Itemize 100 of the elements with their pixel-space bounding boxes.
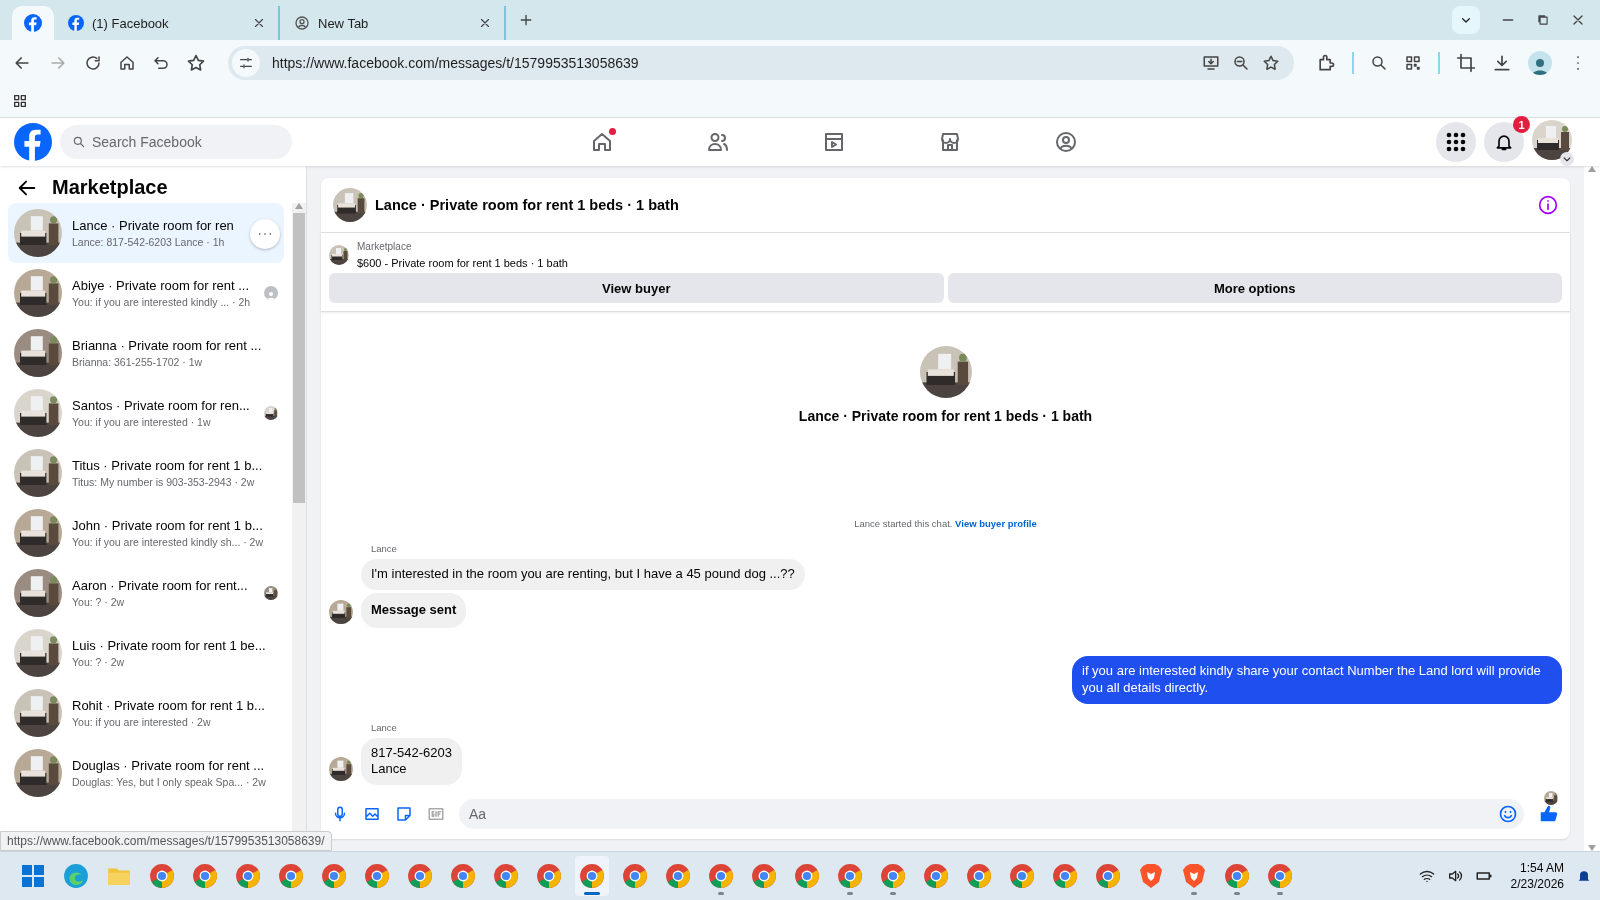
chrome-browser-icon[interactable] <box>622 863 648 889</box>
chrome-browser-icon[interactable] <box>1224 863 1250 889</box>
crop-icon[interactable] <box>1456 52 1476 73</box>
notification-bell-icon[interactable] <box>1576 868 1592 884</box>
close-icon[interactable] <box>252 16 266 30</box>
conversation-title: Lance · Private room for ren <box>72 218 235 233</box>
conversation-title: Brianna · Private room for rent ... <box>72 338 263 353</box>
bell-icon[interactable] <box>1494 132 1514 152</box>
conversation-item[interactable]: Douglas · Private room for rent ... Douglas: Yes, but I only speak Spa... · 2w <box>8 743 284 803</box>
chrome-browser-icon[interactable] <box>708 863 734 889</box>
lion-shield-icon[interactable] <box>1182 863 1206 889</box>
chrome-browser-icon[interactable] <box>235 863 261 889</box>
action-button[interactable]: More options <box>947 273 1562 303</box>
conversation-title: Abiye · Private room for rent ... <box>72 278 250 293</box>
close-icon[interactable] <box>478 16 492 30</box>
chrome-browser-icon[interactable] <box>837 863 863 889</box>
emoji-icon[interactable] <box>1498 804 1518 824</box>
chrome-browser-icon[interactable] <box>1095 863 1121 889</box>
chrome-browser-icon[interactable] <box>1267 863 1293 889</box>
menu-button[interactable] <box>1436 122 1476 162</box>
apps-grid-icon[interactable] <box>12 93 28 109</box>
bookmark-star-icon[interactable] <box>1262 53 1280 72</box>
chrome-browser-icon[interactable] <box>321 863 347 889</box>
new-tab-icon[interactable] <box>518 12 534 28</box>
chrome-browser-icon[interactable] <box>579 863 605 889</box>
address-bar[interactable]: https://www.facebook.com/messages/t/1579953513058639 <box>228 45 1294 80</box>
chrome-browser-icon[interactable] <box>923 863 949 889</box>
install-icon[interactable] <box>1202 53 1220 72</box>
pinned-tab[interactable] <box>12 6 54 40</box>
chrome-browser-icon[interactable] <box>278 863 304 889</box>
listing-label: Marketplace <box>357 241 413 252</box>
chrome-browser-icon[interactable] <box>407 863 433 889</box>
chrome-browser-icon[interactable] <box>1009 863 1035 889</box>
conversation-item[interactable]: Brianna · Private room for rent ... Brianna: 361-255-1702 · 1w <box>8 323 284 383</box>
conversation-item[interactable]: John · Private room for rent 1 b... You: if you are interested kindly sh... · 2w <box>8 503 284 563</box>
profile-icon[interactable] <box>1528 50 1552 75</box>
conversation-item[interactable]: Rohit · Private room for rent 1 b... You: if you are interested · 2w <box>8 683 284 743</box>
search-icon[interactable] <box>1370 53 1388 72</box>
message-preview: You: if you are interested kindly sh... · 2w <box>72 536 265 548</box>
chrome-browser-icon[interactable] <box>1052 863 1078 889</box>
conversation-item[interactable]: Luis · Private room for rent 1 be... You: ? · 2w <box>8 623 284 683</box>
conversation-item[interactable]: Abiye · Private room for rent ... You: if you are interested kindly ... · 2h <box>8 263 284 323</box>
conversation-title: Douglas · Private room for rent ... <box>72 758 266 773</box>
sender-name: Lance <box>371 543 397 554</box>
search-icon[interactable] <box>72 135 86 149</box>
clock-time: 1:54 AM <box>1519 861 1564 875</box>
facebook-logo-icon[interactable] <box>68 15 84 31</box>
windows-logo-icon[interactable] <box>21 864 45 888</box>
grid-icon <box>1446 132 1466 152</box>
message-preview: Brianna: 361-255-1702 · 1w <box>72 356 204 368</box>
home-icon[interactable] <box>118 53 136 72</box>
search-field[interactable]: Search Facebook <box>60 125 292 159</box>
friends-icon[interactable] <box>706 130 730 154</box>
reload-icon[interactable] <box>84 53 102 72</box>
chrome-browser-icon[interactable] <box>450 863 476 889</box>
message-bubble: Message sent <box>361 592 467 628</box>
chrome-browser-icon[interactable] <box>794 863 820 889</box>
wifi-icon[interactable] <box>1418 868 1435 884</box>
volume-icon[interactable] <box>1446 868 1463 884</box>
intro-title: Lance · Private room for rent 1 beds · 1 bath <box>798 408 1093 424</box>
bookmark-star-icon[interactable] <box>186 52 206 73</box>
chrome-browser-icon[interactable] <box>364 863 390 889</box>
chrome-browser-icon[interactable] <box>966 863 992 889</box>
facebook-logo-icon[interactable] <box>14 123 52 161</box>
conversation-item[interactable]: Titus · Private room for rent 1 b... Titus: My number is 903-353-2943 · 2w <box>8 443 284 503</box>
store-icon[interactable] <box>938 130 962 154</box>
sidebar-title: Marketplace <box>52 176 168 199</box>
message-preview: Lance: 817-542-6203 Lance · 1h <box>72 236 226 248</box>
conversation-title: Rohit · Private room for rent 1 b... <box>72 698 266 713</box>
home-icon[interactable] <box>590 130 614 154</box>
buyer-profile-link[interactable]: View buyer profile <box>955 518 1037 529</box>
chrome-browser-icon[interactable] <box>493 863 519 889</box>
lion-shield-icon[interactable] <box>1139 863 1163 889</box>
chrome-browser-icon[interactable] <box>536 863 562 889</box>
action-button[interactable]: View buyer <box>329 273 944 303</box>
message-preview: You: if you are interested · 2w <box>72 716 212 728</box>
sticker-icon[interactable] <box>395 805 413 823</box>
chrome-browser-icon[interactable] <box>751 863 777 889</box>
clock-date: 2/23/2026 <box>1510 877 1564 891</box>
photo-icon[interactable] <box>363 805 381 823</box>
chrome-browser-icon[interactable] <box>149 863 175 889</box>
notifications-button[interactable] <box>1484 122 1524 162</box>
chrome-browser-icon[interactable] <box>665 863 691 889</box>
scrollbar-thumb[interactable] <box>293 213 305 503</box>
video-icon[interactable] <box>822 130 846 154</box>
qr-code-icon[interactable] <box>1404 53 1422 72</box>
conversation-title: John · Private room for rent 1 b... <box>72 518 264 533</box>
facebook-logo-icon[interactable] <box>24 14 42 32</box>
info-icon[interactable] <box>1538 195 1558 215</box>
message-input[interactable]: Aa <box>459 799 1524 829</box>
groups-icon[interactable] <box>1054 130 1078 154</box>
extensions-icon[interactable] <box>1316 52 1336 73</box>
message-preview: You: ? · 2w <box>72 596 126 608</box>
chrome-browser-icon[interactable] <box>192 863 218 889</box>
listing-summary: $600 - Private room for rent 1 beds · 1 bath <box>357 257 568 269</box>
zoom-out-icon[interactable] <box>1232 53 1250 72</box>
chrome-browser-icon[interactable] <box>880 863 906 889</box>
conversation-item[interactable]: Aaron · Private room for rent... You: ? · 2w <box>8 563 284 623</box>
conversation-item[interactable]: Santos · Private room for ren... You: if you are interested · 1w <box>8 383 284 443</box>
restore-icon[interactable] <box>1536 13 1550 27</box>
